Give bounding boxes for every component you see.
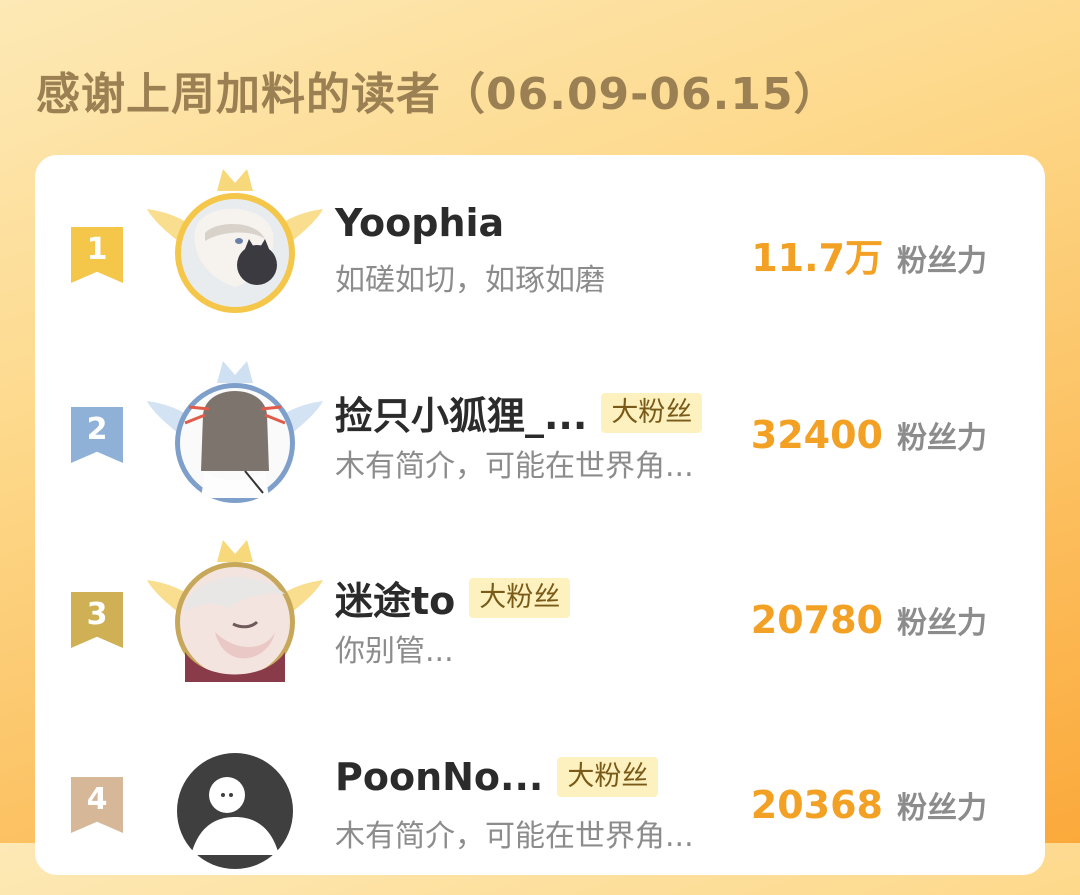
fan-power-label-3: 粉丝力 bbox=[897, 606, 987, 641]
fan-power-value-3: 20780 bbox=[750, 598, 883, 642]
reader-bio-1: 如磋如切，如琢如磨 bbox=[335, 263, 605, 298]
fan-power-value-1: 11.7万 bbox=[751, 236, 883, 280]
reader-name-2: 捡只小狐狸_... bbox=[335, 394, 588, 438]
rank-flag-2: 2 bbox=[71, 407, 123, 463]
reader-name-4: PoonNo... bbox=[335, 755, 544, 799]
avatar-3[interactable] bbox=[145, 532, 325, 692]
avatar-2[interactable] bbox=[145, 353, 325, 513]
page-title: 感谢上周加料的读者（06.09-06.15） bbox=[36, 69, 839, 120]
fan-power-label-4: 粉丝力 bbox=[897, 791, 987, 826]
rank-flag-4: 4 bbox=[71, 777, 123, 833]
reader-row-2[interactable]: 2 捡只小狐狸_... 大粉丝 木有简介，可能在世界角... 32400 粉丝力 bbox=[35, 345, 1045, 525]
big-fan-badge-2: 大粉丝 bbox=[601, 392, 703, 433]
reader-ranking-card: 1 Yoophia 如磋如切，如琢如磨 11.7万 粉丝力 2 捡只小狐狸_..… bbox=[35, 155, 1045, 875]
reader-row-1[interactable]: 1 Yoophia 如磋如切，如琢如磨 11.7万 粉丝力 bbox=[35, 155, 1045, 335]
rank-flag-3: 3 bbox=[71, 592, 123, 648]
reader-name-3: 迷途to bbox=[335, 579, 456, 623]
reader-row-3[interactable]: 3 迷途to 大粉丝 你别管... 20780 粉丝力 bbox=[35, 530, 1045, 710]
avatar-1[interactable] bbox=[145, 161, 325, 321]
avatar-4[interactable] bbox=[145, 725, 325, 885]
reader-bio-4: 木有简介，可能在世界角... bbox=[335, 819, 694, 854]
fan-power-value-2: 32400 bbox=[750, 413, 883, 457]
reader-bio-3: 你别管... bbox=[335, 634, 454, 669]
reader-row-4[interactable]: 4 PoonNo... 大粉丝 木有简介，可能在世界角... 20368 粉丝力 bbox=[35, 715, 1045, 895]
big-fan-badge-3: 大粉丝 bbox=[469, 577, 571, 618]
reader-name-1: Yoophia bbox=[335, 201, 505, 245]
fan-power-value-4: 20368 bbox=[750, 783, 883, 827]
reader-bio-2: 木有简介，可能在世界角... bbox=[335, 449, 694, 484]
big-fan-badge-4: 大粉丝 bbox=[557, 757, 659, 797]
rank-flag-1: 1 bbox=[71, 227, 123, 283]
fan-power-label-2: 粉丝力 bbox=[897, 421, 987, 456]
fan-power-label-1: 粉丝力 bbox=[897, 244, 987, 279]
